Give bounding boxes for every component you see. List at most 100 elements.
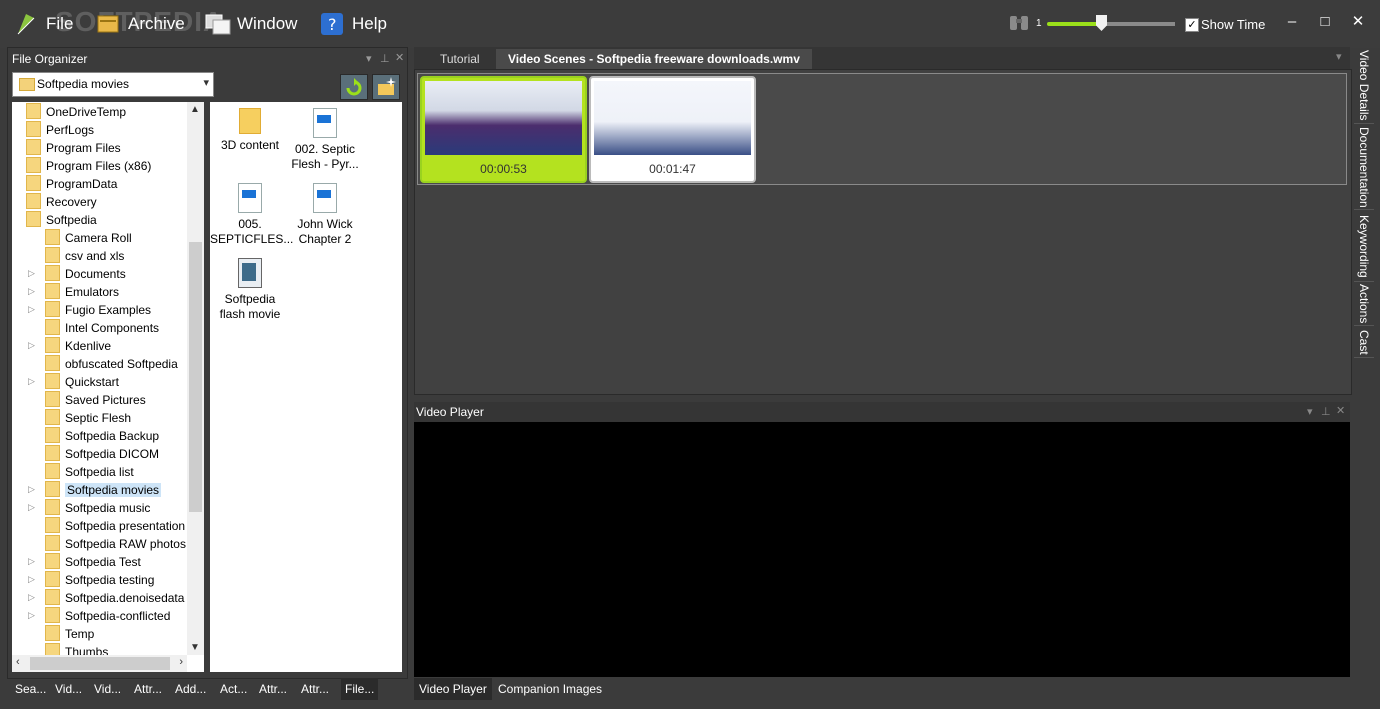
tab-keywording[interactable]: Keywording (1354, 211, 1374, 282)
tree-item[interactable]: ProgramData (26, 175, 117, 193)
close-panel-icon[interactable]: ✕ (1336, 404, 1345, 417)
file-item[interactable]: Softpedia flash movie (210, 258, 290, 322)
menu-file[interactable]: File (14, 8, 73, 40)
tab-tutorial[interactable]: Tutorial (428, 49, 492, 69)
menu-window[interactable]: Window (205, 8, 297, 40)
left-tab[interactable]: Attr... (134, 678, 162, 700)
tree-hscroll-thumb[interactable] (30, 657, 170, 670)
tree-item[interactable]: Kdenlive (45, 337, 111, 355)
expand-arrow-icon[interactable]: ▷ (28, 574, 35, 585)
tree-item[interactable]: PerfLogs (26, 121, 94, 139)
zoom-slider-track[interactable] (1047, 22, 1175, 26)
tab-menu-icon[interactable]: ▾ (1336, 50, 1342, 63)
file-item[interactable]: John Wick Chapter 2 (285, 183, 365, 247)
tab-video-scenes[interactable]: Video Scenes - Softpedia freeware downlo… (496, 49, 812, 69)
expand-arrow-icon[interactable]: ▷ (28, 286, 35, 297)
path-dropdown[interactable]: Softpedia movies ▾ (12, 72, 214, 97)
minimize-button[interactable]: – (1282, 12, 1302, 32)
tab-video-details[interactable]: Video Details (1354, 47, 1374, 124)
tree-item[interactable]: Documents (45, 265, 126, 283)
tree-item[interactable]: Recovery (26, 193, 97, 211)
tab-companion-images[interactable]: Companion Images (493, 678, 607, 700)
file-item-label: 3D content (220, 138, 280, 152)
tree-item[interactable]: Intel Components (45, 319, 159, 337)
zoom-slider-handle[interactable] (1096, 15, 1107, 31)
tree-item[interactable]: Quickstart (45, 373, 119, 391)
scene-thumbnail[interactable]: 00:01:47 (589, 76, 756, 183)
left-tab[interactable]: File... (341, 678, 379, 700)
menu-help[interactable]: ? Help (320, 8, 387, 40)
expand-arrow-icon[interactable]: ▷ (28, 340, 35, 351)
scroll-down-icon[interactable]: ▼ (190, 642, 200, 653)
tab-cast[interactable]: Cast (1354, 327, 1374, 358)
video-player-screen[interactable] (414, 422, 1350, 677)
refresh-folder-button[interactable] (340, 74, 368, 100)
tree-item[interactable]: Softpedia-conflicted (45, 607, 170, 625)
tree-item[interactable]: Softpedia movies (45, 481, 162, 499)
expand-arrow-icon[interactable]: ▷ (28, 502, 35, 513)
tree-item[interactable]: Septic Flesh (45, 409, 131, 427)
expand-arrow-icon[interactable]: ▷ (28, 484, 35, 495)
panel-menu-icon[interactable]: ▾ (1307, 405, 1313, 418)
new-folder-button[interactable] (372, 74, 400, 100)
scroll-right-icon[interactable]: › (179, 656, 183, 668)
show-time-checkbox[interactable]: ✓ (1185, 18, 1199, 32)
close-button[interactable]: ✕ (1348, 12, 1368, 32)
left-tab[interactable]: Sea... (15, 678, 46, 700)
expand-arrow-icon[interactable]: ▷ (28, 376, 35, 387)
tree-item[interactable]: Softpedia DICOM (45, 445, 159, 463)
panel-menu-icon[interactable]: ▾ (366, 52, 372, 65)
expand-arrow-icon[interactable]: ▷ (28, 610, 35, 621)
left-tab[interactable]: Add... (175, 678, 206, 700)
expand-arrow-icon[interactable]: ▷ (28, 592, 35, 603)
expand-arrow-icon[interactable]: ▷ (28, 556, 35, 567)
tree-scroll-thumb[interactable] (189, 242, 202, 512)
tree-item[interactable]: Softpedia Backup (45, 427, 159, 445)
tree-horizontal-scrollbar[interactable]: ‹ › (12, 655, 187, 672)
tree-item[interactable]: Emulators (45, 283, 119, 301)
tree-item[interactable]: Saved Pictures (45, 391, 146, 409)
tree-item[interactable]: Softpedia Test (45, 553, 141, 571)
tree-item[interactable]: obfuscated Softpedia (45, 355, 178, 373)
scroll-up-icon[interactable]: ▲ (190, 104, 200, 115)
tree-item[interactable]: Program Files (x86) (26, 157, 151, 175)
expand-arrow-icon[interactable]: ▷ (28, 304, 35, 315)
tree-item[interactable]: Fugio Examples (45, 301, 151, 319)
tree-item[interactable]: Softpedia list (45, 463, 134, 481)
left-tab[interactable]: Attr... (259, 678, 287, 700)
file-item[interactable]: 002. Septic Flesh - Pyr... (285, 108, 365, 172)
tab-documentation[interactable]: Documentation (1354, 125, 1374, 210)
menu-archive-label: Archive (128, 14, 185, 33)
tree-item[interactable]: csv and xls (45, 247, 124, 265)
tree-item[interactable]: Softpedia.denoisedata (45, 589, 184, 607)
tab-actions[interactable]: Actions (1354, 283, 1374, 326)
file-item[interactable]: 005. SEPTICFLES... (210, 183, 293, 247)
tree-item[interactable]: Softpedia (26, 211, 97, 229)
pin-icon[interactable]: ⊥ (1321, 405, 1331, 418)
menu-archive[interactable]: Archive (96, 8, 185, 40)
folder-tree[interactable]: OneDriveTemp PerfLogs Program Files Program… (12, 102, 204, 672)
tree-item[interactable]: Softpedia music (45, 499, 150, 517)
tree-item[interactable]: Temp (45, 625, 94, 643)
tree-item[interactable]: Softpedia presentation (45, 517, 185, 535)
tree-item[interactable]: OneDriveTemp (26, 103, 126, 121)
tree-vertical-scrollbar[interactable]: ▲ ▼ (187, 102, 204, 655)
tab-video-player[interactable]: Video Player (414, 678, 492, 700)
scene-thumbnail[interactable]: 00:00:53 (420, 76, 587, 183)
close-panel-icon[interactable]: ✕ (395, 51, 404, 64)
scroll-left-icon[interactable]: ‹ (16, 656, 20, 668)
binoculars-icon[interactable] (1008, 12, 1030, 37)
tree-item[interactable]: Program Files (26, 139, 121, 157)
expand-arrow-icon[interactable]: ▷ (28, 268, 35, 279)
maximize-button[interactable]: □ (1315, 12, 1335, 32)
tree-item[interactable]: Softpedia testing (45, 571, 154, 589)
tree-item[interactable]: Softpedia RAW photos (45, 535, 186, 553)
left-tab[interactable]: Attr... (301, 678, 329, 700)
pin-icon[interactable]: ⊥ (380, 52, 390, 65)
file-item[interactable]: 3D content (210, 108, 290, 153)
left-tab[interactable]: Vid... (94, 678, 121, 700)
left-tab[interactable]: Vid... (55, 678, 82, 700)
left-tab[interactable]: Act... (220, 678, 247, 700)
tree-item[interactable]: Camera Roll (45, 229, 132, 247)
video-player-header: Video Player ▾ ⊥ ✕ (414, 402, 1350, 422)
